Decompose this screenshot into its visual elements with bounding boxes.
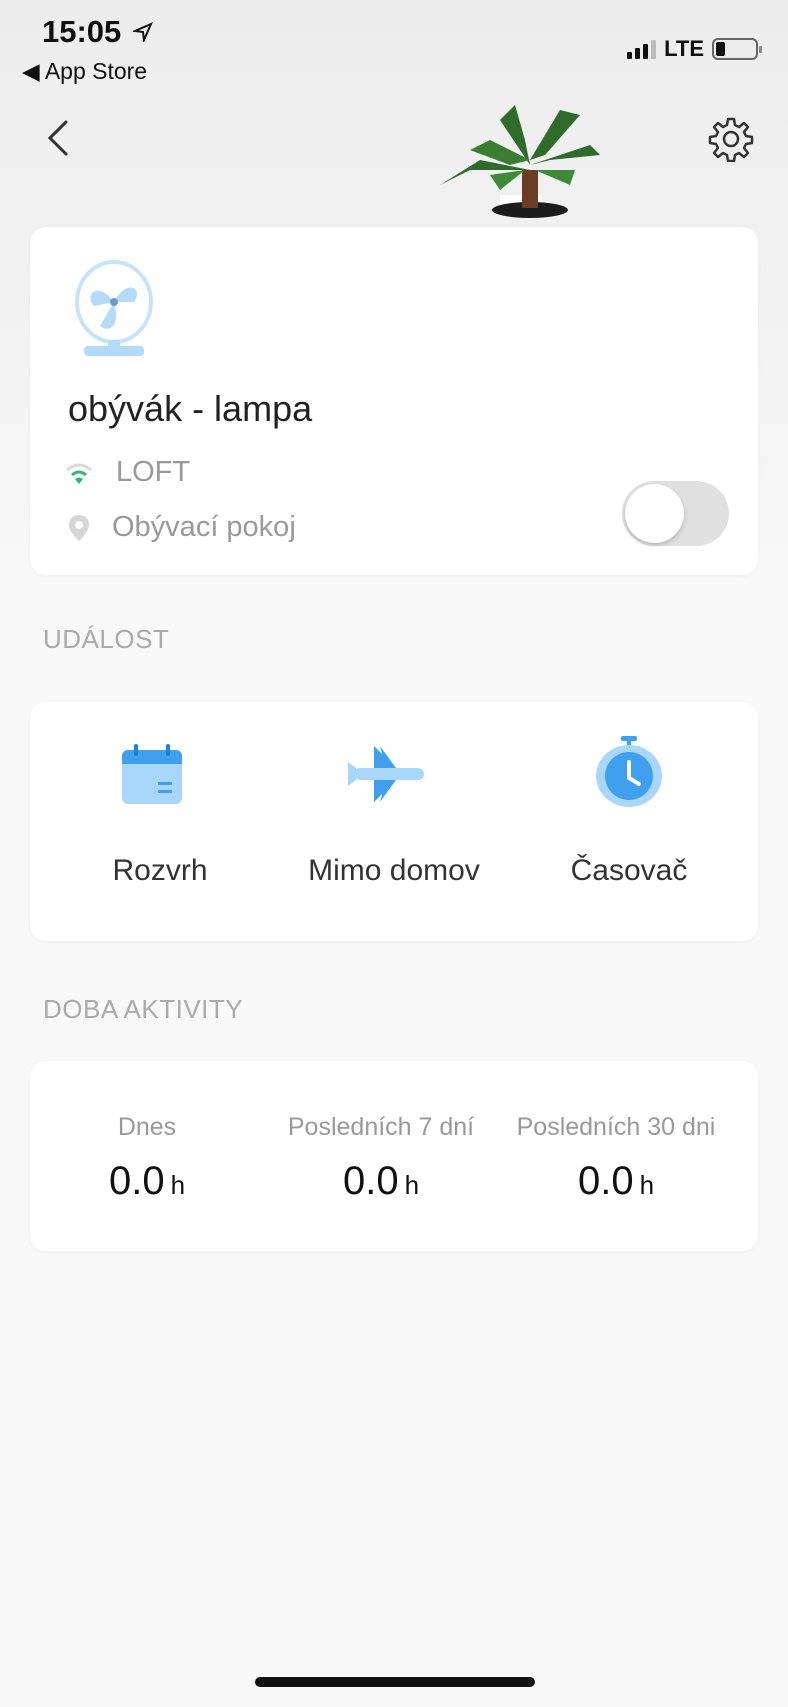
timer-label: Časovač bbox=[570, 854, 688, 887]
wifi-name: LOFT bbox=[116, 456, 191, 488]
gear-icon[interactable] bbox=[708, 116, 754, 162]
toggle-knob bbox=[625, 484, 684, 543]
wifi-icon bbox=[66, 463, 92, 484]
power-toggle[interactable] bbox=[622, 481, 729, 546]
home-indicator[interactable] bbox=[255, 1677, 535, 1687]
stat-label: Posledních 7 dní bbox=[287, 1113, 475, 1141]
network-type: LTE bbox=[664, 36, 704, 61]
calendar-icon bbox=[122, 744, 182, 804]
device-name: obývák - lampa bbox=[68, 388, 313, 429]
plant-image bbox=[440, 105, 600, 218]
location-pin-icon bbox=[69, 514, 89, 541]
wifi-row: LOFT bbox=[64, 456, 190, 489]
activity-card: Dnes 0.0 h Posledních 7 dní 0.0 h Poslední… bbox=[30, 1061, 758, 1251]
events-card: Rozvrh Mimo domov Časovač bbox=[30, 702, 758, 941]
activity-section-title: DOBA AKTIVITY bbox=[43, 994, 244, 1024]
stat-label: Dnes bbox=[117, 1113, 177, 1141]
stat-label: Posledních 30 dni bbox=[516, 1113, 716, 1141]
status-indicators: LTE bbox=[627, 36, 762, 62]
location-arrow-icon bbox=[133, 22, 153, 42]
stat-value: 0.0 h bbox=[342, 1159, 420, 1203]
status-time: 15:05 bbox=[42, 14, 122, 49]
airplane-icon bbox=[348, 746, 424, 802]
back-triangle-icon: ◀ bbox=[22, 58, 45, 84]
back-to-app-store[interactable]: ◀ App Store bbox=[22, 58, 147, 85]
fan-icon bbox=[75, 260, 153, 356]
location-row: Obývací pokoj bbox=[68, 511, 296, 544]
stopwatch-icon bbox=[596, 736, 662, 807]
battery-icon bbox=[712, 38, 762, 60]
location-name: Obývací pokoj bbox=[112, 511, 296, 543]
away-mode-label: Mimo domov bbox=[308, 854, 480, 887]
events-section-title: UDÁLOST bbox=[43, 624, 170, 654]
stat-value: 0.0 h bbox=[577, 1159, 655, 1203]
schedule-label: Rozvrh bbox=[112, 854, 208, 887]
signal-icon bbox=[627, 39, 657, 59]
chevron-left-icon[interactable] bbox=[44, 118, 72, 158]
stat-value: 0.0 h bbox=[108, 1159, 186, 1203]
